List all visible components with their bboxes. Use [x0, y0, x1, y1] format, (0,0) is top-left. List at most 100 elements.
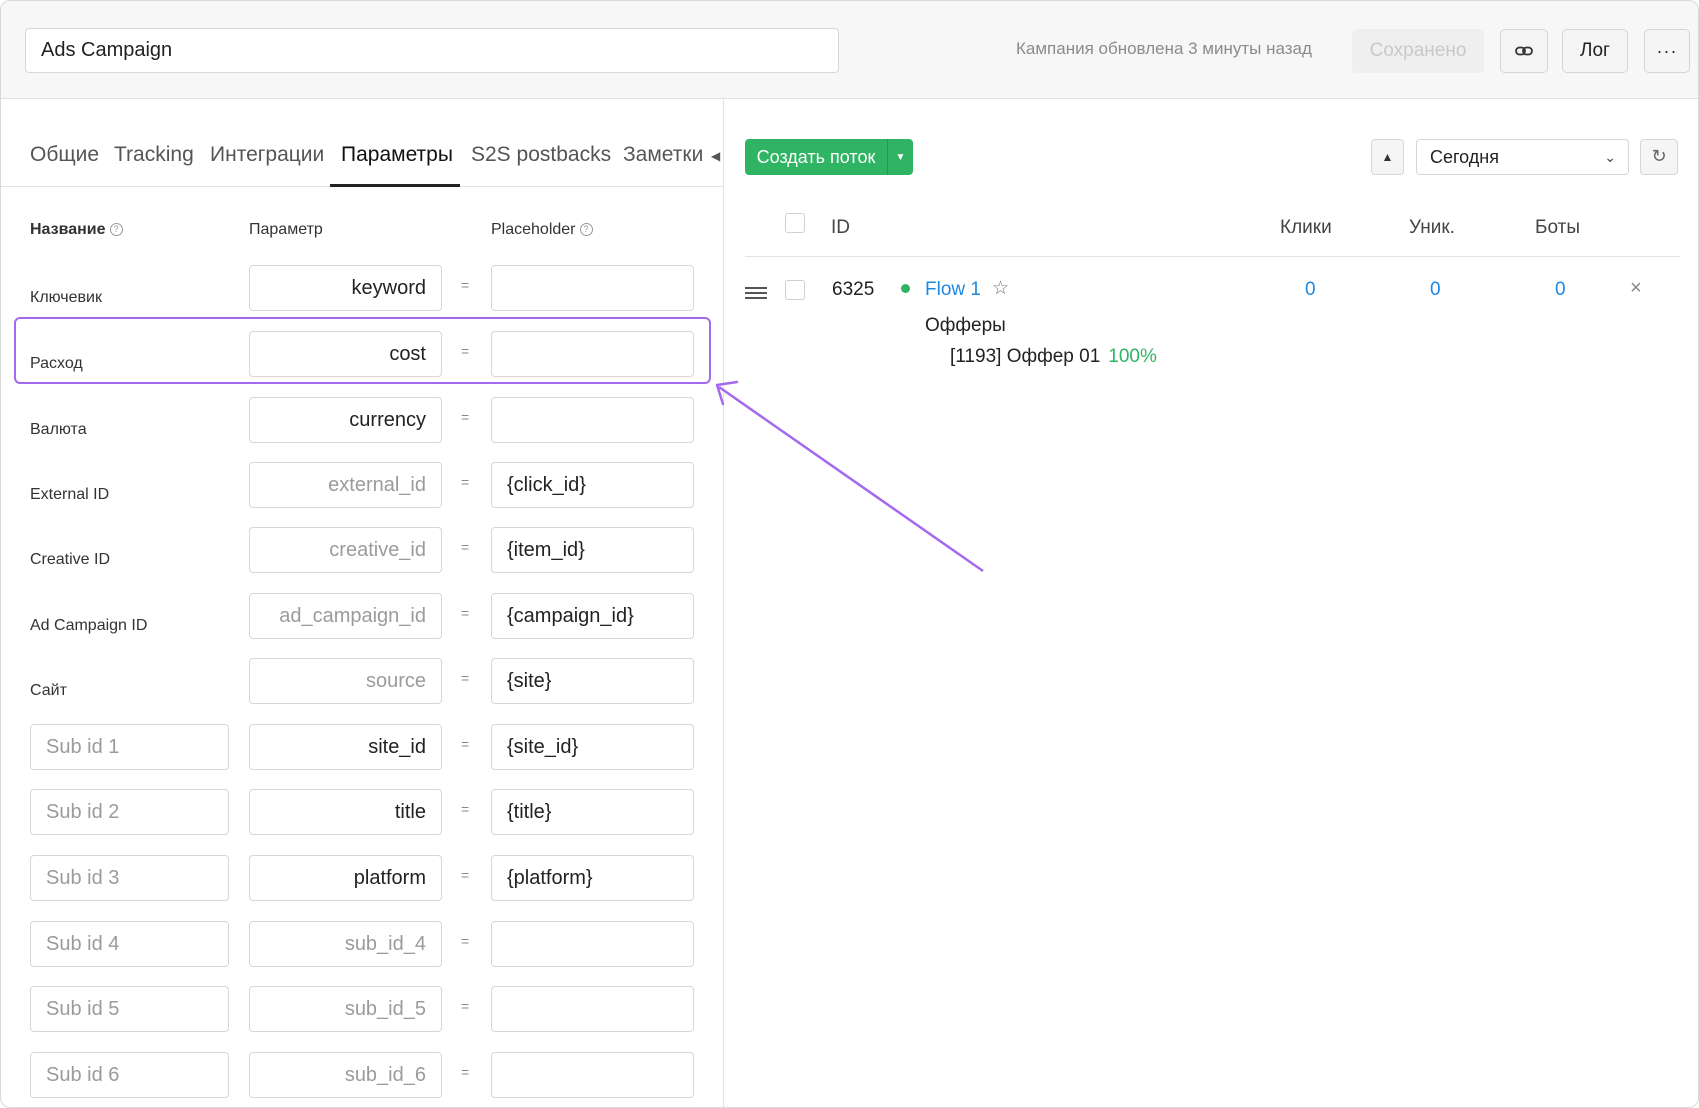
star-icon[interactable]: ☆	[992, 277, 1009, 300]
more-dots-icon: ···	[1656, 40, 1678, 61]
campaign-name-input[interactable]: Ads Campaign	[25, 28, 839, 73]
parameter-label: External ID	[30, 486, 110, 503]
parameter-input[interactable]: sub_id_5	[249, 986, 442, 1032]
parameter-input[interactable]: title	[249, 789, 442, 835]
flow-checkbox[interactable]	[785, 280, 805, 300]
parameter-label: Creative ID	[30, 551, 111, 568]
equals-sign: =	[461, 1064, 470, 1080]
offer-share: 100%	[1108, 346, 1157, 367]
period-select[interactable]: Сегодня ⌄	[1416, 139, 1629, 175]
tab-parameters[interactable]: Параметры	[341, 143, 453, 167]
placeholder-input[interactable]	[491, 1052, 694, 1098]
parameter-input[interactable]: sub_id_6	[249, 1052, 442, 1098]
parameter-row: Sub id 2 title = {title}	[1, 789, 724, 835]
flow-clicks[interactable]: 0	[1305, 279, 1316, 301]
caret-down-icon[interactable]: ▼	[888, 139, 913, 175]
column-header-placeholder: Placeholder?	[491, 221, 593, 239]
tab-notes[interactable]: Заметки	[623, 143, 703, 167]
equals-sign: =	[461, 670, 470, 686]
parameter-input[interactable]: ad_campaign_id	[249, 593, 442, 639]
column-clicks: Клики	[1280, 217, 1332, 238]
refresh-button[interactable]: ↻	[1640, 139, 1678, 175]
offers-title: Офферы	[925, 315, 1006, 336]
sub-id-name-input[interactable]: Sub id 3	[30, 855, 229, 901]
highlight-frame	[14, 317, 711, 384]
status-dot-icon	[901, 284, 910, 293]
equals-sign: =	[461, 998, 470, 1014]
copy-link-button[interactable]	[1500, 29, 1548, 73]
question-icon[interactable]: ?	[109, 223, 123, 237]
placeholder-input[interactable]: {campaign_id}	[491, 593, 694, 639]
tabs-scroll-left-icon[interactable]: ◀	[711, 149, 720, 163]
parameter-input[interactable]: creative_id	[249, 527, 442, 573]
arrow-up-button[interactable]: ▲	[1371, 139, 1404, 175]
parameter-row: Sub id 4 sub_id_4 =	[1, 921, 724, 967]
close-icon[interactable]: ×	[1630, 277, 1642, 300]
placeholder-input[interactable]: {click_id}	[491, 462, 694, 508]
column-header-name: Название?	[30, 221, 123, 239]
log-button[interactable]: Лог	[1562, 29, 1628, 73]
placeholder-input[interactable]: {platform}	[491, 855, 694, 901]
equals-sign: =	[461, 867, 470, 883]
placeholder-input[interactable]: {site}	[491, 658, 694, 704]
more-button[interactable]: ···	[1644, 29, 1690, 73]
flow-bots[interactable]: 0	[1555, 279, 1566, 301]
parameter-input[interactable]: sub_id_4	[249, 921, 442, 967]
select-all-checkbox[interactable]	[785, 213, 805, 233]
campaign-header: Ads Campaign Кампания обновлена 3 минуты…	[1, 1, 1698, 99]
parameter-input[interactable]: external_id	[249, 462, 442, 508]
column-unique: Уник.	[1409, 217, 1455, 238]
parameter-input[interactable]: keyword	[249, 265, 442, 311]
create-flow-label[interactable]: Создать поток	[745, 139, 888, 175]
parameter-row: Sub id 6 sub_id_6 =	[1, 1052, 724, 1098]
tab-integrations[interactable]: Интеграции	[210, 143, 324, 167]
placeholder-input[interactable]: {item_id}	[491, 527, 694, 573]
equals-sign: =	[461, 409, 470, 425]
parameter-input[interactable]: currency	[249, 397, 442, 443]
flows-panel: Создать поток ▼ ▲ Сегодня ⌄ ↻ ID Клики У…	[725, 99, 1698, 1107]
drag-handle-icon[interactable]	[745, 287, 767, 302]
parameter-row: Валюта currency =	[1, 397, 724, 443]
placeholder-input[interactable]	[491, 265, 694, 311]
tab-tracking[interactable]: Tracking	[114, 143, 194, 167]
updated-status: Кампания обновлена 3 минуты назад	[1016, 39, 1312, 58]
sub-id-name-input[interactable]: Sub id 6	[30, 1052, 229, 1098]
parameter-row: Ключевик keyword =	[1, 265, 724, 311]
app-window: Ads Campaign Кампания обновлена 3 минуты…	[0, 0, 1699, 1108]
offer-name: [1193] Оффер 01	[950, 346, 1101, 367]
parameter-row: Sub id 3 platform = {platform}	[1, 855, 724, 901]
create-flow-button[interactable]: Создать поток ▼	[745, 139, 913, 175]
placeholder-input[interactable]: {site_id}	[491, 724, 694, 770]
parameter-row: Sub id 5 sub_id_5 =	[1, 986, 724, 1032]
offer-item: [1193] Оффер 01 100%	[950, 346, 1157, 368]
question-icon[interactable]: ?	[579, 223, 593, 237]
placeholder-input[interactable]	[491, 921, 694, 967]
campaign-settings-panel: Общие Tracking Интеграции Параметры S2S …	[1, 99, 724, 1107]
parameter-input[interactable]: source	[249, 658, 442, 704]
equals-sign: =	[461, 933, 470, 949]
parameter-row: Сайт source = {site}	[1, 658, 724, 704]
placeholder-input[interactable]	[491, 397, 694, 443]
parameter-row: Ad Campaign ID ad_campaign_id = {campaign_i…	[1, 593, 724, 639]
parameter-label: Ключевик	[30, 289, 102, 306]
placeholder-input[interactable]	[491, 986, 694, 1032]
flow-unique[interactable]: 0	[1430, 279, 1441, 301]
parameter-input[interactable]: site_id	[249, 724, 442, 770]
placeholder-input[interactable]: {title}	[491, 789, 694, 835]
sub-id-name-input[interactable]: Sub id 2	[30, 789, 229, 835]
parameter-row: Creative ID creative_id = {item_id}	[1, 527, 724, 573]
equals-sign: =	[461, 801, 470, 817]
sub-id-name-input[interactable]: Sub id 4	[30, 921, 229, 967]
tab-general[interactable]: Общие	[30, 143, 99, 167]
equals-sign: =	[461, 277, 470, 293]
sub-id-name-input[interactable]: Sub id 1	[30, 724, 229, 770]
flow-name-link[interactable]: Flow 1	[925, 279, 981, 301]
equals-sign: =	[461, 474, 470, 490]
sub-id-name-input[interactable]: Sub id 5	[30, 986, 229, 1032]
saved-button[interactable]: Сохранено	[1352, 29, 1484, 73]
parameter-input[interactable]: platform	[249, 855, 442, 901]
settings-tabs: Общие Tracking Интеграции Параметры S2S …	[1, 139, 724, 187]
equals-sign: =	[461, 539, 470, 555]
tab-s2s-postbacks[interactable]: S2S postbacks	[471, 143, 611, 167]
parameter-row: Sub id 1 site_id = {site_id}	[1, 724, 724, 770]
